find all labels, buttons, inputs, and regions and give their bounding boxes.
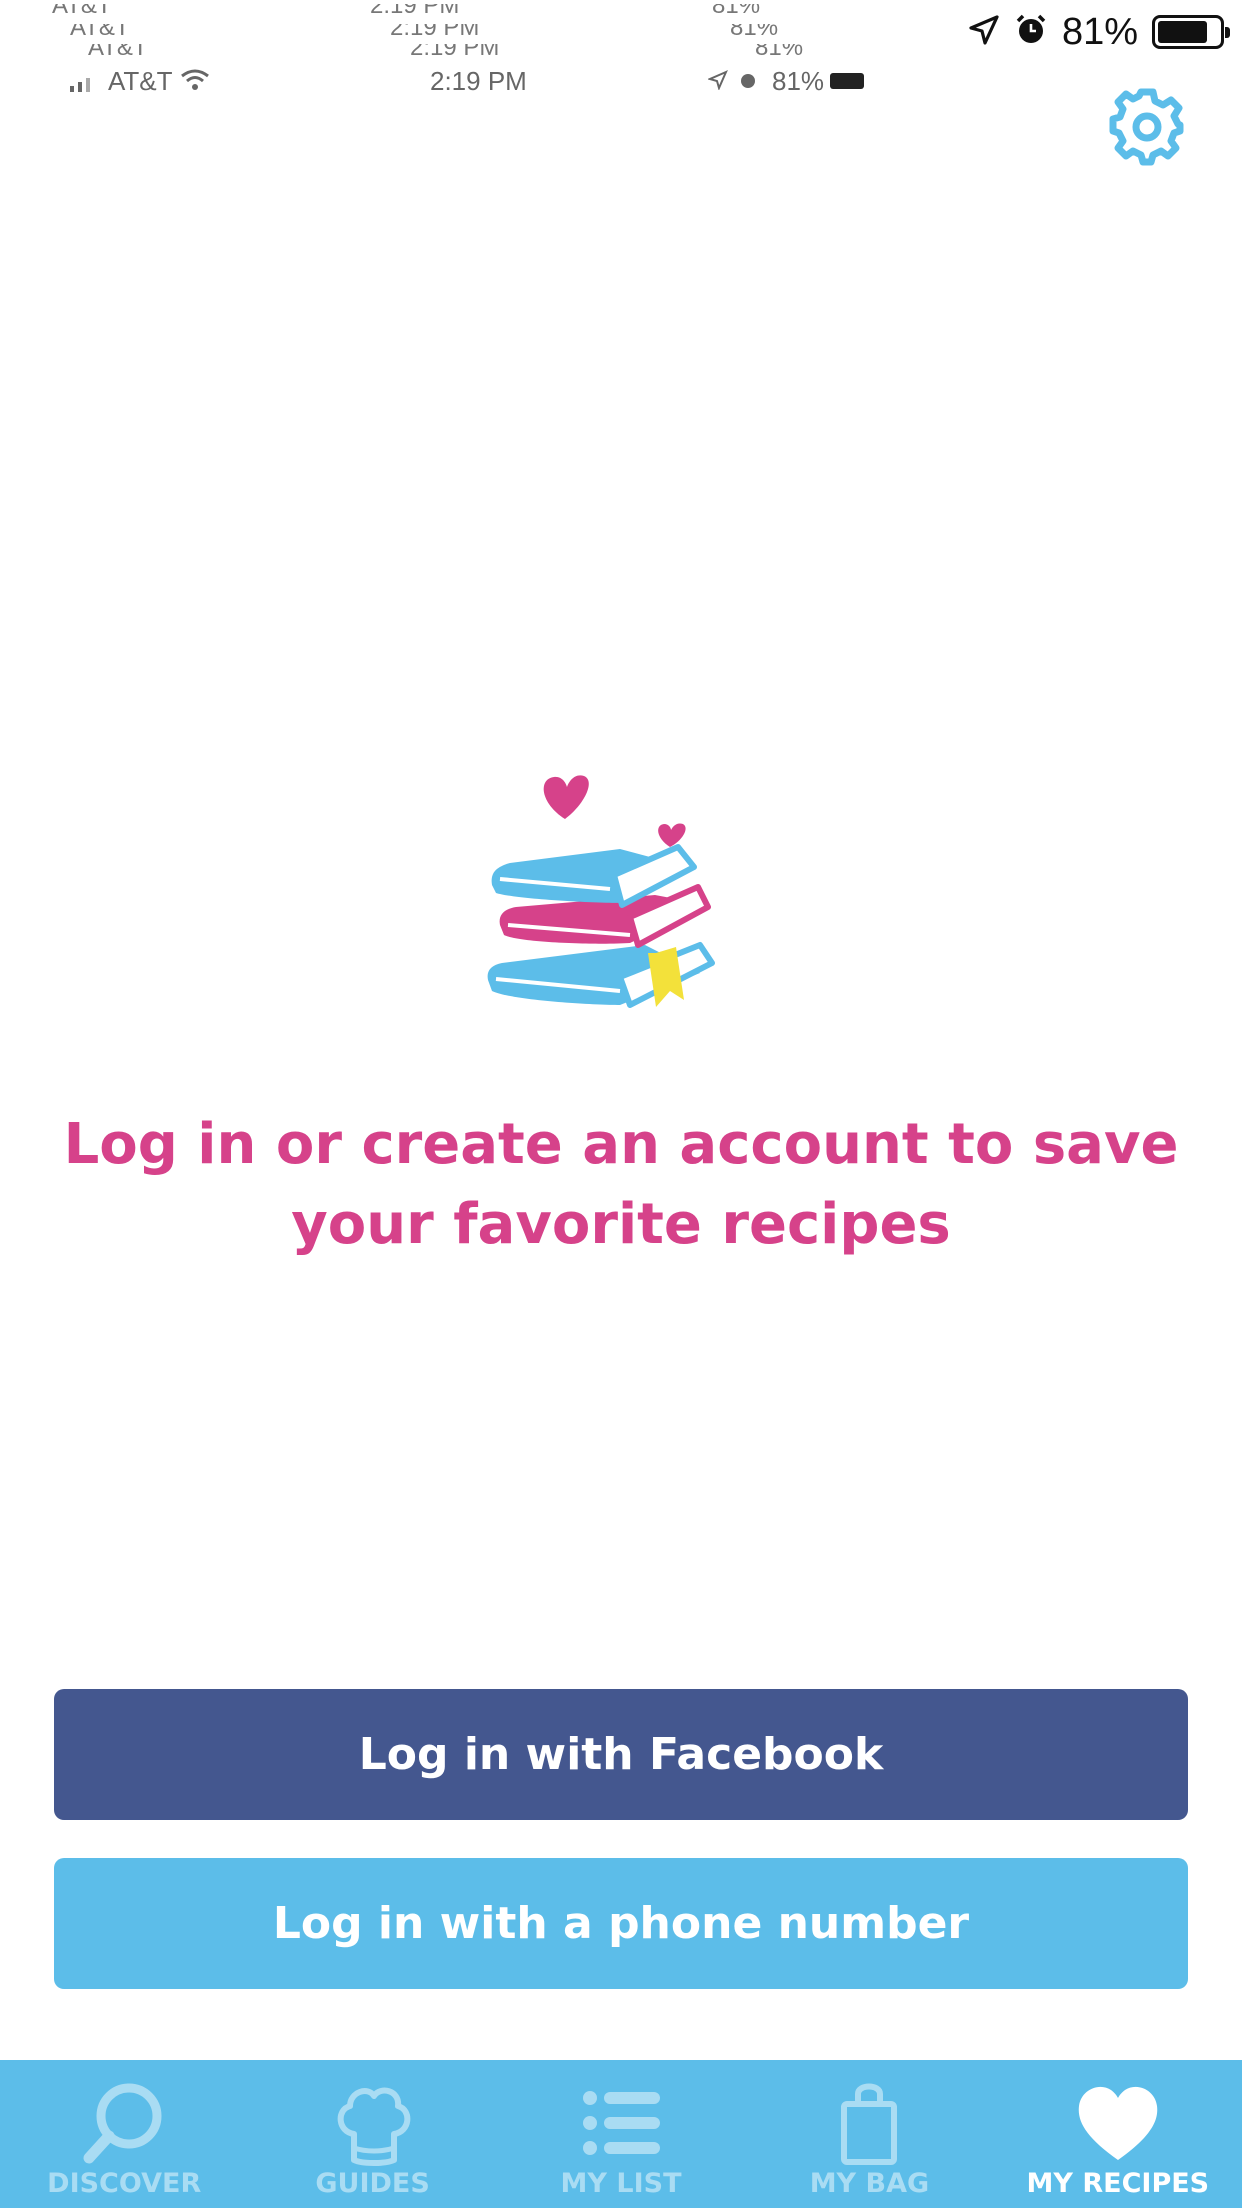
- alarm-icon: [1014, 13, 1048, 52]
- battery-percent-text: 81%: [755, 44, 804, 58]
- tab-discover[interactable]: DISCOVER: [0, 2060, 248, 2208]
- list-icon: [583, 2091, 661, 2155]
- battery-percent-text: 81%: [1061, 10, 1138, 53]
- status-bar-right: 81%: [968, 8, 1230, 56]
- battery-percent-text: 81%: [712, 4, 761, 18]
- search-icon: [83, 2083, 162, 2164]
- time-text: 2:19 PM: [370, 4, 460, 18]
- time-text: 2:19 PM: [430, 66, 527, 96]
- tab-guides[interactable]: GUIDES: [248, 2060, 496, 2208]
- battery-percent-text: 81%: [730, 24, 779, 38]
- tab-label: MY BAG: [809, 2168, 930, 2199]
- heart-icon: [543, 775, 589, 819]
- wifi-icon: [180, 68, 210, 97]
- tab-bar: DISCOVER GUIDES MY LIST MY BAG MY RECIPE…: [0, 2060, 1242, 2208]
- battery-icon: [830, 73, 864, 89]
- time-text: 2:19 PM: [390, 24, 480, 38]
- phone-login-button[interactable]: Log in with a phone number: [54, 1858, 1188, 1989]
- settings-button[interactable]: [1108, 88, 1186, 166]
- tab-my-bag[interactable]: MY BAG: [745, 2060, 993, 2208]
- heart-icon: [1078, 2086, 1158, 2160]
- books-with-hearts-illustration: [480, 755, 760, 1055]
- alarm-icon: [738, 70, 758, 95]
- time-text: 2:19 PM: [410, 44, 500, 58]
- status-bar: AT&T 2:19 PM 81%: [0, 60, 1242, 100]
- carrier-text: AT&T: [88, 44, 148, 58]
- tab-my-recipes[interactable]: MY RECIPES: [994, 2060, 1242, 2208]
- facebook-login-button[interactable]: Log in with Facebook: [54, 1689, 1188, 1820]
- bag-icon: [841, 2083, 898, 2165]
- tab-label: DISCOVER: [47, 2168, 202, 2199]
- empty-state-message: Log in or create an account to save your…: [63, 1112, 1179, 1257]
- carrier-text: AT&T: [108, 66, 173, 96]
- gear-icon: [1109, 88, 1184, 166]
- carrier-text: AT&T: [52, 4, 112, 18]
- chef-hat-icon: [337, 2087, 410, 2166]
- tab-label: GUIDES: [315, 2168, 430, 2199]
- tab-my-list[interactable]: MY LIST: [497, 2060, 745, 2208]
- battery-percent-text: 81%: [772, 66, 825, 96]
- battery-icon: [1152, 15, 1230, 49]
- battery-level: [1158, 21, 1207, 43]
- carrier-text: AT&T: [70, 24, 130, 38]
- tab-label: MY LIST: [560, 2168, 682, 2199]
- location-arrow-icon: [707, 70, 728, 95]
- signal-icon: [70, 76, 100, 97]
- tab-label: MY RECIPES: [1026, 2168, 1210, 2199]
- heart-icon: [658, 823, 686, 847]
- location-arrow-icon: [968, 14, 1000, 51]
